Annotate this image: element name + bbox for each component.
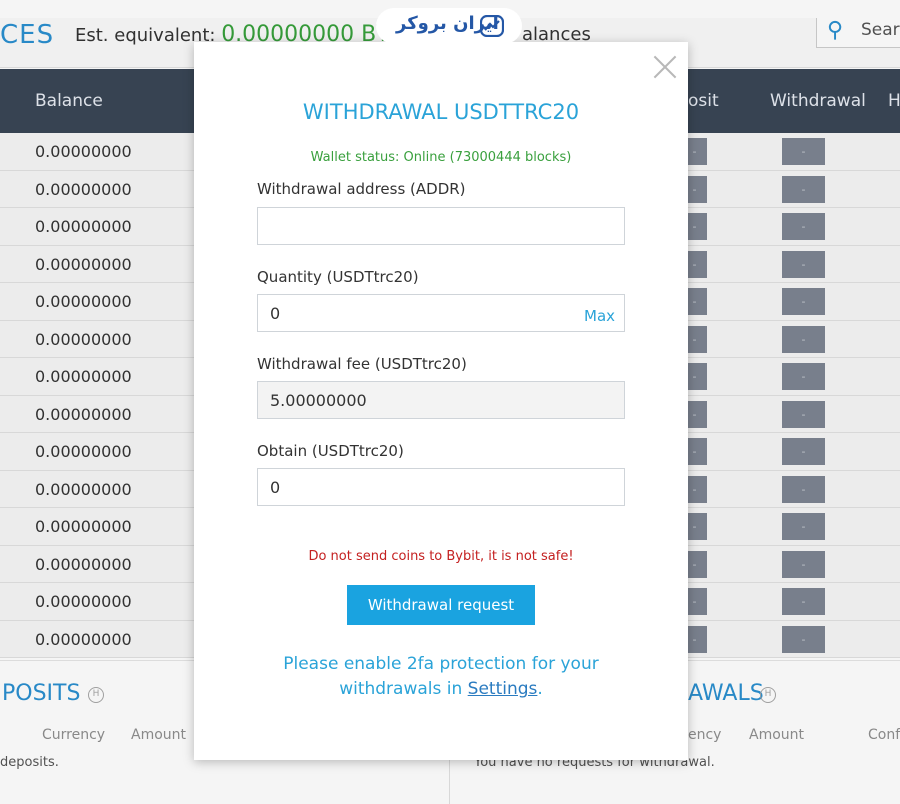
withdrawal-modal: WITHDRAWAL USDTTRC20 Wallet status: Onli… (194, 42, 688, 760)
wallet-status: Wallet status: Online (73000444 blocks) (310, 150, 572, 165)
trend-logo-icon (480, 15, 504, 37)
withdrawal-address-input[interactable] (257, 207, 625, 245)
bybit-warning: Do not send coins to Bybit, it is not sa… (308, 549, 574, 564)
quantity-label: Quantity (USDTtrc20) (257, 268, 419, 286)
watermark-logo: ایران بروکر (376, 8, 522, 44)
address-label: Withdrawal address (ADDR) (257, 180, 466, 198)
twofa-line-1: Please enable 2fa protection for your (283, 654, 599, 674)
modal-title: WITHDRAWAL USDTTRC20 (302, 100, 580, 124)
withdrawal-fee-field (257, 381, 625, 419)
twofa-suffix: . (537, 679, 543, 699)
max-button[interactable]: Max (584, 307, 615, 325)
fee-label: Withdrawal fee (USDTtrc20) (257, 355, 467, 373)
quantity-input[interactable] (257, 294, 625, 332)
settings-link[interactable]: Settings (468, 679, 538, 699)
withdrawal-request-button[interactable]: Withdrawal request (347, 585, 535, 625)
twofa-notice: Please enable 2fa protection for your wi… (194, 652, 688, 702)
obtain-label: Obtain (USDTtrc20) (257, 442, 404, 460)
close-icon[interactable] (652, 54, 678, 80)
twofa-prefix: withdrawals in (339, 679, 468, 699)
obtain-input[interactable] (257, 468, 625, 506)
twofa-line-2: withdrawals in Settings. (194, 677, 688, 702)
